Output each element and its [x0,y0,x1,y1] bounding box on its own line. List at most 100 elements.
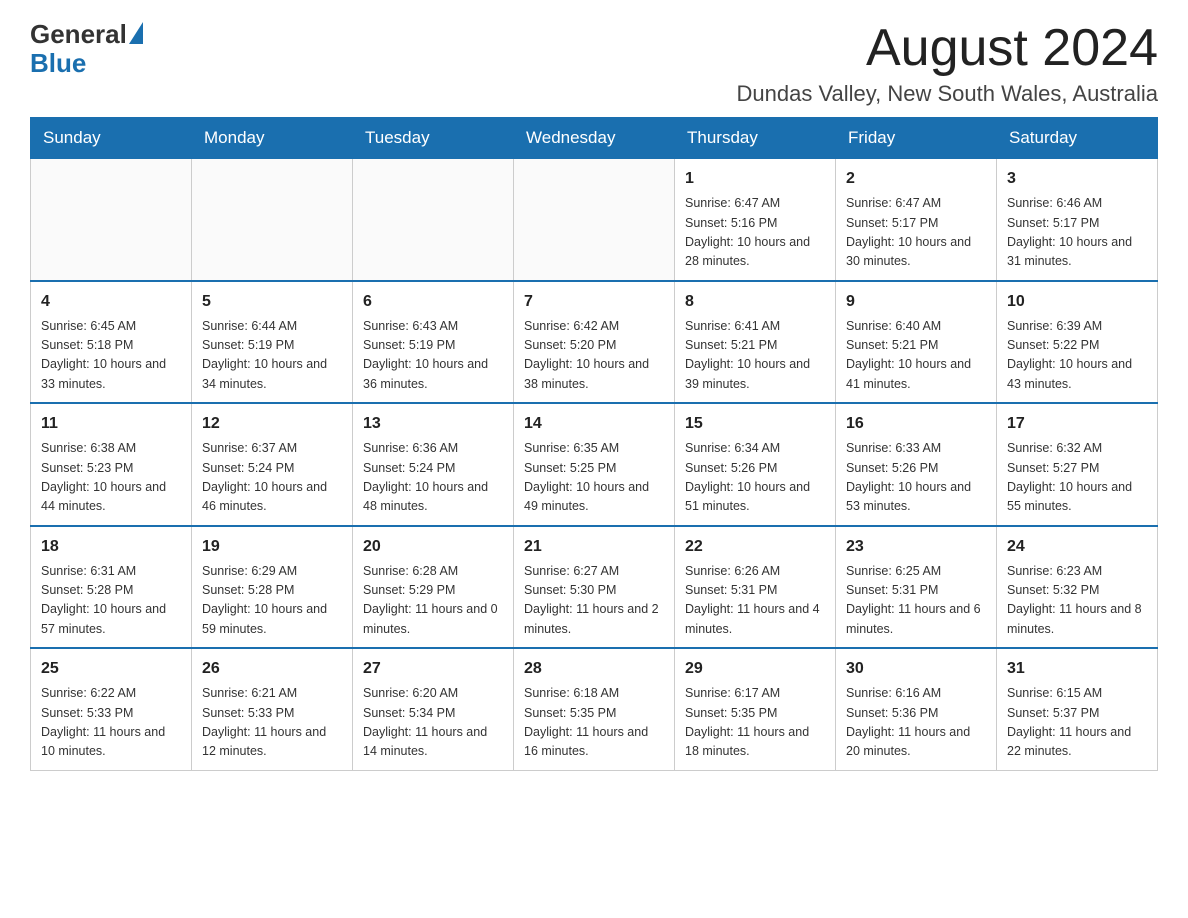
calendar-cell [192,159,353,281]
day-info: Sunrise: 6:31 AMSunset: 5:28 PMDaylight:… [41,562,181,640]
calendar-table: SundayMondayTuesdayWednesdayThursdayFrid… [30,117,1158,771]
day-number: 23 [846,535,986,559]
calendar-cell: 1 Sunrise: 6:47 AMSunset: 5:16 PMDaylight… [675,159,836,281]
day-number: 3 [1007,167,1147,191]
day-number: 29 [685,657,825,681]
day-number: 14 [524,412,664,436]
day-info: Sunrise: 6:15 AMSunset: 5:37 PMDaylight:… [1007,684,1147,762]
day-info: Sunrise: 6:23 AMSunset: 5:32 PMDaylight:… [1007,562,1147,640]
calendar-cell: 12 Sunrise: 6:37 AMSunset: 5:24 PMDayligh… [192,403,353,526]
location-subtitle: Dundas Valley, New South Wales, Australi… [737,81,1158,107]
calendar-cell [514,159,675,281]
day-number: 20 [363,535,503,559]
calendar-cell [31,159,192,281]
day-info: Sunrise: 6:38 AMSunset: 5:23 PMDaylight:… [41,439,181,517]
day-number: 13 [363,412,503,436]
calendar-cell: 8Sunrise: 6:41 AMSunset: 5:21 PMDaylight… [675,281,836,404]
day-number: 8 [685,290,825,314]
day-number: 16 [846,412,986,436]
calendar-cell: 29Sunrise: 6:17 AMSunset: 5:35 PMDayligh… [675,648,836,770]
day-number: 2 [846,167,986,191]
calendar-cell: 28 Sunrise: 6:18 AMSunset: 5:35 PMDayligh… [514,648,675,770]
day-number: 27 [363,657,503,681]
day-number: 30 [846,657,986,681]
week-row-4: 18 Sunrise: 6:31 AMSunset: 5:28 PMDayligh… [31,526,1158,649]
day-number: 5 [202,290,342,314]
day-number: 21 [524,535,664,559]
day-number: 19 [202,535,342,559]
day-number: 6 [363,290,503,314]
month-year-title: August 2024 [737,20,1158,77]
calendar-cell: 16 Sunrise: 6:33 AMSunset: 5:26 PMDayligh… [836,403,997,526]
logo-general-text: General [30,20,127,49]
calendar-cell: 31 Sunrise: 6:15 AMSunset: 5:37 PMDayligh… [997,648,1158,770]
day-number: 17 [1007,412,1147,436]
weekday-header-wednesday: Wednesday [514,118,675,159]
title-area: August 2024 Dundas Valley, New South Wal… [737,20,1158,107]
calendar-cell: 5 Sunrise: 6:44 AMSunset: 5:19 PMDaylight… [192,281,353,404]
calendar-cell: 24 Sunrise: 6:23 AMSunset: 5:32 PMDayligh… [997,526,1158,649]
day-info: Sunrise: 6:34 AMSunset: 5:26 PMDaylight:… [685,439,825,517]
calendar-cell: 19 Sunrise: 6:29 AMSunset: 5:28 PMDayligh… [192,526,353,649]
calendar-cell: 26 Sunrise: 6:21 AMSunset: 5:33 PMDayligh… [192,648,353,770]
calendar-cell [353,159,514,281]
day-info: Sunrise: 6:36 AMSunset: 5:24 PMDaylight:… [363,439,503,517]
week-row-5: 25Sunrise: 6:22 AMSunset: 5:33 PMDayligh… [31,648,1158,770]
day-number: 11 [41,412,181,436]
day-info: Sunrise: 6:44 AMSunset: 5:19 PMDaylight:… [202,317,342,395]
day-number: 9 [846,290,986,314]
day-info: Sunrise: 6:35 AMSunset: 5:25 PMDaylight:… [524,439,664,517]
day-info: Sunrise: 6:28 AMSunset: 5:29 PMDaylight:… [363,562,503,640]
page-header: General Blue August 2024 Dundas Valley, … [30,20,1158,107]
calendar-cell: 14 Sunrise: 6:35 AMSunset: 5:25 PMDayligh… [514,403,675,526]
day-number: 10 [1007,290,1147,314]
day-info: Sunrise: 6:29 AMSunset: 5:28 PMDaylight:… [202,562,342,640]
calendar-cell: 10Sunrise: 6:39 AMSunset: 5:22 PMDayligh… [997,281,1158,404]
calendar-cell: 2 Sunrise: 6:47 AMSunset: 5:17 PMDaylight… [836,159,997,281]
calendar-cell: 3Sunrise: 6:46 AMSunset: 5:17 PMDaylight… [997,159,1158,281]
day-info: Sunrise: 6:26 AMSunset: 5:31 PMDaylight:… [685,562,825,640]
weekday-header-friday: Friday [836,118,997,159]
calendar-cell: 20 Sunrise: 6:28 AMSunset: 5:29 PMDayligh… [353,526,514,649]
calendar-cell: 27Sunrise: 6:20 AMSunset: 5:34 PMDayligh… [353,648,514,770]
day-number: 18 [41,535,181,559]
day-info: Sunrise: 6:16 AMSunset: 5:36 PMDaylight:… [846,684,986,762]
day-number: 1 [685,167,825,191]
weekday-header-tuesday: Tuesday [353,118,514,159]
day-info: Sunrise: 6:47 AMSunset: 5:17 PMDaylight:… [846,194,986,272]
day-number: 31 [1007,657,1147,681]
calendar-cell: 22 Sunrise: 6:26 AMSunset: 5:31 PMDayligh… [675,526,836,649]
calendar-cell: 17 Sunrise: 6:32 AMSunset: 5:27 PMDayligh… [997,403,1158,526]
day-number: 26 [202,657,342,681]
calendar-cell: 7 Sunrise: 6:42 AMSunset: 5:20 PMDaylight… [514,281,675,404]
day-number: 12 [202,412,342,436]
day-info: Sunrise: 6:32 AMSunset: 5:27 PMDaylight:… [1007,439,1147,517]
day-info: Sunrise: 6:27 AMSunset: 5:30 PMDaylight:… [524,562,664,640]
day-number: 22 [685,535,825,559]
day-info: Sunrise: 6:42 AMSunset: 5:20 PMDaylight:… [524,317,664,395]
day-info: Sunrise: 6:21 AMSunset: 5:33 PMDaylight:… [202,684,342,762]
logo-blue-text: Blue [30,49,86,78]
day-number: 24 [1007,535,1147,559]
week-row-3: 11 Sunrise: 6:38 AMSunset: 5:23 PMDayligh… [31,403,1158,526]
day-info: Sunrise: 6:33 AMSunset: 5:26 PMDaylight:… [846,439,986,517]
day-info: Sunrise: 6:25 AMSunset: 5:31 PMDaylight:… [846,562,986,640]
day-number: 25 [41,657,181,681]
day-info: Sunrise: 6:45 AMSunset: 5:18 PMDaylight:… [41,317,181,395]
calendar-cell: 18 Sunrise: 6:31 AMSunset: 5:28 PMDayligh… [31,526,192,649]
calendar-cell: 21 Sunrise: 6:27 AMSunset: 5:30 PMDayligh… [514,526,675,649]
weekday-header-thursday: Thursday [675,118,836,159]
logo-triangle-icon [129,22,143,44]
calendar-cell: 30 Sunrise: 6:16 AMSunset: 5:36 PMDayligh… [836,648,997,770]
day-info: Sunrise: 6:37 AMSunset: 5:24 PMDaylight:… [202,439,342,517]
day-number: 28 [524,657,664,681]
day-info: Sunrise: 6:40 AMSunset: 5:21 PMDaylight:… [846,317,986,395]
calendar-cell: 15Sunrise: 6:34 AMSunset: 5:26 PMDayligh… [675,403,836,526]
calendar-cell: 25Sunrise: 6:22 AMSunset: 5:33 PMDayligh… [31,648,192,770]
weekday-header-sunday: Sunday [31,118,192,159]
day-number: 7 [524,290,664,314]
weekday-header-row: SundayMondayTuesdayWednesdayThursdayFrid… [31,118,1158,159]
week-row-1: 1 Sunrise: 6:47 AMSunset: 5:16 PMDaylight… [31,159,1158,281]
day-info: Sunrise: 6:47 AMSunset: 5:16 PMDaylight:… [685,194,825,272]
day-info: Sunrise: 6:18 AMSunset: 5:35 PMDaylight:… [524,684,664,762]
